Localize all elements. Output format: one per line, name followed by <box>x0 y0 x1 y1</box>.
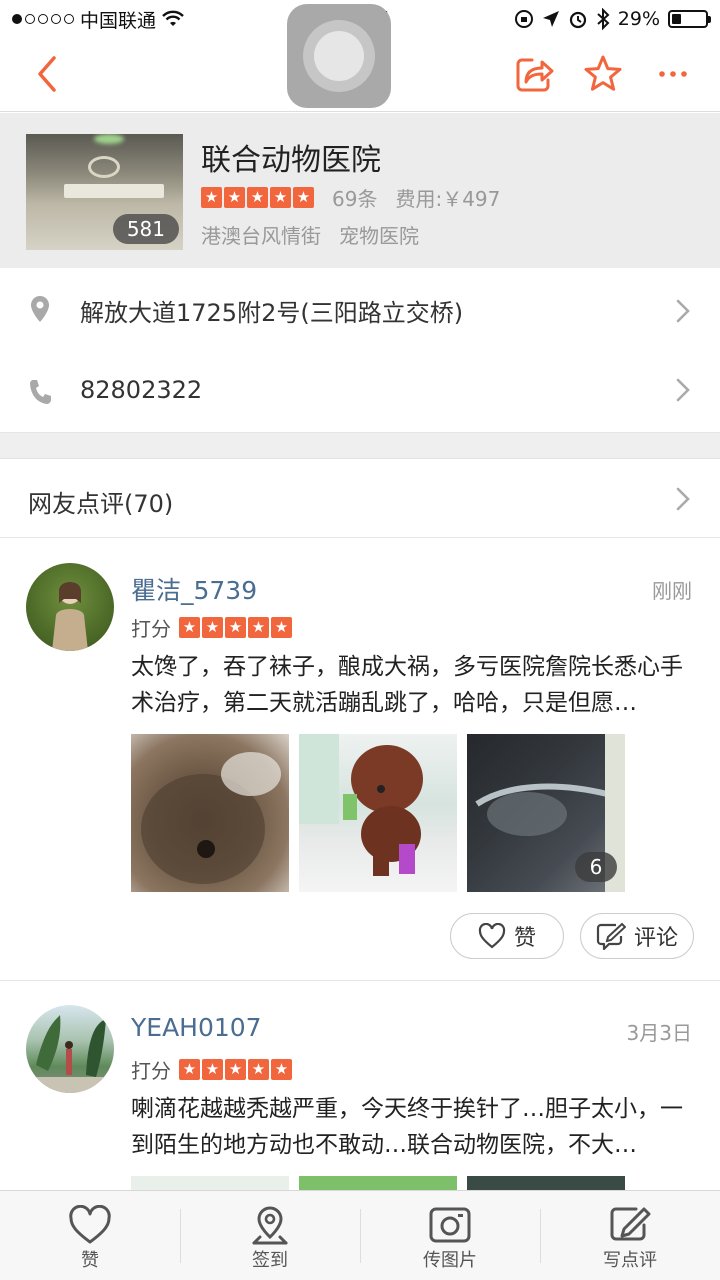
like-button[interactable]: 赞 <box>450 913 564 959</box>
score-label: 打分 <box>131 617 171 641</box>
score-label: 打分 <box>131 1059 171 1083</box>
wifi-icon <box>162 10 184 26</box>
review-photo[interactable] <box>299 734 457 892</box>
chevron-right-icon <box>676 487 690 511</box>
review-item[interactable]: YEAH0107 3月3日 打分 ★ ★ ★ ★ ★ 喇滴花越越秃越严重，今天终于挨针了… <box>0 981 720 1190</box>
address-row[interactable]: 解放大道1725附2号(三阳路立交桥) <box>0 268 720 354</box>
shop-photo[interactable]: 581 <box>26 134 183 250</box>
bottom-tab-bar: 赞 签到 传图片 写点评 <box>0 1190 720 1280</box>
assistive-touch-button[interactable] <box>287 4 391 108</box>
review-text[interactable]: 太馋了，吞了袜子，酿成大祸，多亏医院詹院长悉心手术治疗，第二天就活蹦乱跳了，哈哈… <box>131 649 696 721</box>
alarm-icon <box>569 11 586 29</box>
photo-count-badge: 581 <box>112 214 179 244</box>
share-icon[interactable] <box>514 54 554 94</box>
favorite-star-icon[interactable] <box>583 54 623 94</box>
tab-upload-photo[interactable]: 传图片 <box>360 1191 540 1280</box>
review-photo[interactable] <box>131 1176 289 1190</box>
reviews-title: 网友点评(70) <box>28 490 174 518</box>
review-item[interactable]: 瞿洁_5739 刚刚 打分 ★ ★ ★ ★ ★ 太馋了，吞了袜子，酿成大祸，多亏医院詹院… <box>0 539 720 979</box>
heart-icon <box>69 1205 111 1244</box>
address-text: 解放大道1725附2号(三阳路立交桥) <box>80 299 464 327</box>
tab-write-review[interactable]: 写点评 <box>540 1191 720 1280</box>
shop-name: 联合动物医院 <box>201 143 381 178</box>
review-username[interactable]: YEAH0107 <box>131 1013 262 1042</box>
more-dots-icon[interactable] <box>654 54 694 94</box>
battery-percent: 29% <box>617 8 660 30</box>
comment-edit-icon <box>596 922 626 950</box>
location-arrow-icon <box>542 11 559 27</box>
shop-category: 宠物医院 <box>339 224 419 248</box>
shop-area: 港澳台风情街 <box>201 224 321 248</box>
like-label: 赞 <box>513 926 536 951</box>
review-time: 刚刚 <box>652 579 692 603</box>
tab-checkin[interactable]: 签到 <box>180 1191 360 1280</box>
more-photos-badge[interactable]: 6 <box>575 852 617 882</box>
shop-rating-stars: ★ ★ ★ ★ ★ <box>201 187 314 208</box>
section-gap <box>0 433 720 459</box>
comment-label: 评论 <box>633 926 678 951</box>
signal-strength-icon <box>12 14 74 24</box>
tab-label: 写点评 <box>603 1250 657 1271</box>
tab-label: 传图片 <box>423 1250 477 1271</box>
bluetooth-icon <box>597 8 610 30</box>
review-count: 69条 <box>332 187 378 211</box>
review-rating-stars: ★ ★ ★ ★ ★ <box>179 1059 292 1080</box>
review-username[interactable]: 瞿洁_5739 <box>131 571 257 607</box>
review-rating-stars: ★ ★ ★ ★ ★ <box>179 617 292 638</box>
location-pin-icon <box>31 296 49 322</box>
heart-icon <box>478 923 506 949</box>
review-text[interactable]: 喇滴花越越秃越严重，今天终于挨针了…胆子太小，一到陌生的地方动也不敢动…联合动物… <box>131 1091 696 1163</box>
chevron-right-icon <box>676 299 690 323</box>
phone-icon <box>30 380 51 404</box>
tab-label: 赞 <box>81 1250 99 1271</box>
phone-row[interactable]: 82802322 <box>0 347 720 433</box>
avatar[interactable] <box>26 563 114 651</box>
review-photo[interactable] <box>131 734 289 892</box>
battery-icon <box>668 10 711 28</box>
avatar[interactable] <box>26 1005 114 1093</box>
edit-icon <box>610 1207 651 1241</box>
review-photo[interactable]: 6 <box>467 734 625 892</box>
shop-header[interactable]: 581 联合动物医院 ★ ★ ★ ★ ★ 69条 费用:￥497 港澳台风情街 宠物医院 <box>0 113 720 268</box>
orientation-lock-icon <box>514 10 533 28</box>
comment-button[interactable]: 评论 <box>580 913 694 959</box>
review-photo[interactable] <box>299 1176 457 1190</box>
cost-per-visit: 费用:￥497 <box>395 187 501 211</box>
chevron-right-icon <box>676 378 690 402</box>
carrier-label: 中国联通 <box>80 9 157 32</box>
phone-number: 82802322 <box>80 375 203 404</box>
review-photo[interactable] <box>467 1176 625 1190</box>
camera-icon <box>429 1207 471 1243</box>
location-pin-icon <box>252 1206 288 1245</box>
review-time: 3月3日 <box>626 1021 692 1045</box>
back-icon[interactable] <box>28 52 68 96</box>
tab-like[interactable]: 赞 <box>0 1191 180 1280</box>
reviews-header[interactable]: 网友点评(70) <box>0 460 720 538</box>
tab-label: 签到 <box>252 1250 288 1271</box>
